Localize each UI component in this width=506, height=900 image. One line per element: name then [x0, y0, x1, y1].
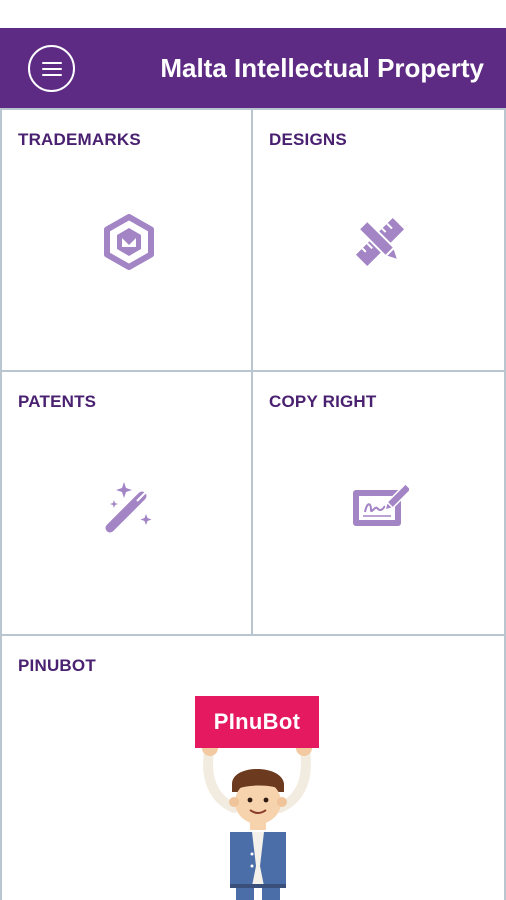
tile-copyright[interactable]: COPY RIGHT: [253, 372, 506, 636]
pinubot-mascot: [202, 740, 312, 900]
tile-label-designs: DESIGNS: [269, 130, 347, 149]
tile-label-patents: PATENTS: [18, 392, 97, 411]
category-grid: TRADEMARKS DESIGNS PATENTS COPY RIGHT PI…: [0, 108, 506, 900]
signature-tablet-icon: [353, 484, 409, 526]
hamburger-menu-icon: [41, 61, 62, 64]
hexagon-badge-icon: [104, 214, 154, 270]
tile-label-trademarks: TRADEMARKS: [18, 130, 141, 149]
tile-patents[interactable]: PATENTS: [0, 372, 253, 636]
app-title: Malta Intellectual Property: [160, 53, 484, 83]
tile-designs[interactable]: DESIGNS: [253, 108, 506, 372]
app-bar: Malta Intellectual Property: [0, 28, 506, 108]
menu-button[interactable]: [28, 45, 75, 92]
magic-wand-icon: [105, 482, 152, 533]
pinubot-sign: PInuBot: [195, 696, 319, 748]
tile-label-pinubot: PINUBOT: [18, 656, 96, 675]
tile-trademarks[interactable]: TRADEMARKS: [0, 108, 253, 372]
tile-pinubot[interactable]: PINUBOT PInuBot: [0, 636, 506, 900]
pencil-ruler-icon: [355, 217, 405, 267]
status-bar-area: [0, 0, 506, 28]
tile-label-copyright: COPY RIGHT: [269, 392, 377, 411]
